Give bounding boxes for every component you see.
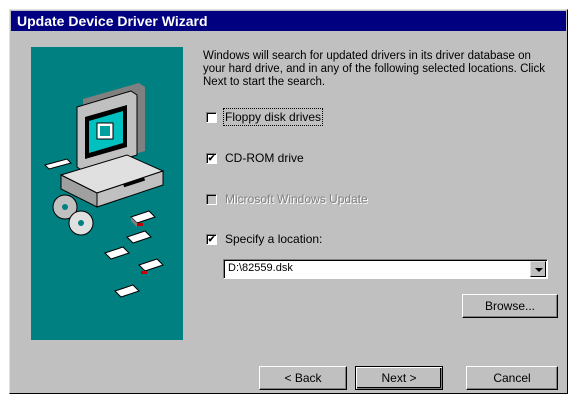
windows-update-label: Microsoft Windows Update bbox=[225, 192, 368, 206]
floppy-checkbox[interactable] bbox=[206, 111, 217, 123]
title-bar: Update Device Driver Wizard bbox=[11, 11, 566, 31]
instructions-text: Windows will search for updated drivers … bbox=[203, 50, 545, 88]
next-button[interactable]: Next > bbox=[355, 366, 443, 390]
browse-button[interactable]: Browse... bbox=[462, 294, 558, 318]
window-title: Update Device Driver Wizard bbox=[17, 13, 208, 29]
specify-location-checkbox[interactable] bbox=[206, 233, 217, 245]
windows-update-checkbox bbox=[206, 193, 217, 205]
location-value[interactable]: D:\82559.dsk bbox=[228, 262, 293, 274]
back-button[interactable]: < Back bbox=[259, 366, 347, 390]
floppy-label[interactable]: Floppy disk drives bbox=[222, 108, 324, 126]
cdrom-checkbox[interactable] bbox=[206, 152, 217, 164]
specify-location-label[interactable]: Specify a location: bbox=[225, 232, 322, 246]
cdrom-label[interactable]: CD-ROM drive bbox=[225, 151, 304, 165]
option-windows-update: Microsoft Windows Update bbox=[206, 191, 368, 207]
option-specify-location[interactable]: Specify a location: bbox=[206, 231, 322, 247]
option-floppy[interactable]: Floppy disk drives bbox=[206, 108, 324, 126]
chevron-down-icon[interactable] bbox=[530, 261, 546, 277]
location-combobox[interactable]: D:\82559.dsk bbox=[223, 259, 548, 279]
wizard-window: Update Device Driver Wizard Windows will… bbox=[9, 9, 568, 394]
option-cdrom[interactable]: CD-ROM drive bbox=[206, 150, 304, 166]
cancel-button[interactable]: Cancel bbox=[466, 366, 558, 390]
computer-disks-icon bbox=[44, 83, 165, 298]
wizard-illustration bbox=[31, 47, 183, 340]
